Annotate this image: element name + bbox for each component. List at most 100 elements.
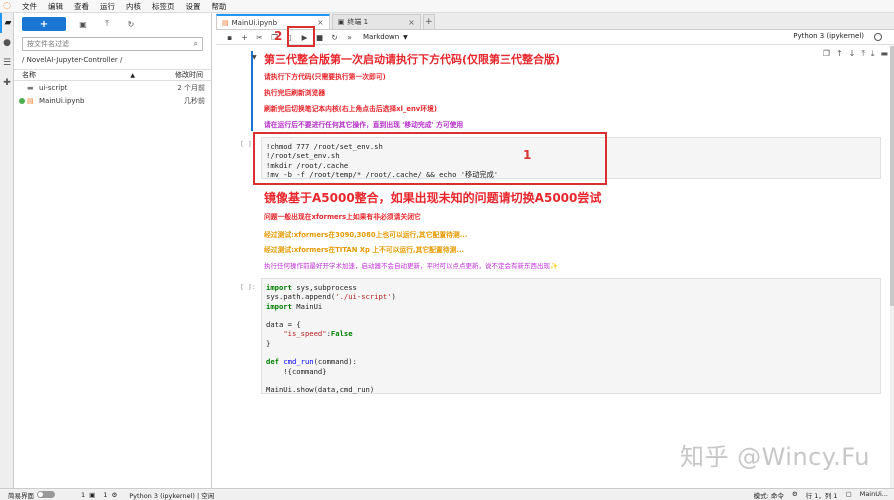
running-icon[interactable]: ●: [0, 33, 14, 53]
main-area: ▤ MainUi.ipynb × ▣ 终端 1 × + ▪ + ✂ ❐ ▯ ▶ …: [216, 13, 894, 488]
menu-file[interactable]: 文件: [22, 1, 37, 12]
activity-bar: ▰ ● ☰ ✚: [0, 13, 14, 500]
code-text: MainUi: [291, 301, 323, 311]
kernel-status-text[interactable]: Python 3 (ipykernel) | 空闲: [129, 490, 214, 500]
code-text: MainUi.show(data,cmd_run): [266, 385, 375, 395]
cut-icon[interactable]: ✂: [252, 31, 267, 44]
terminal-count[interactable]: 1 ▣: [81, 491, 95, 499]
collapse-caret-icon[interactable]: ▼: [252, 54, 257, 61]
code-string: './ui-script': [335, 292, 392, 302]
file-name: MainUi.ipynb: [39, 96, 85, 105]
move-up-icon[interactable]: ↑: [836, 49, 843, 59]
annotation-box-1: [253, 132, 607, 185]
toggle-switch[interactable]: [37, 491, 55, 498]
notebook-icon: ▤: [222, 18, 229, 27]
notebook-icon: ▤: [27, 96, 34, 105]
watermark: 知乎 @Wincy.Fu: [679, 443, 870, 471]
duplicate-icon[interactable]: ❐: [823, 49, 830, 59]
insert-below-icon[interactable]: ⤓: [871, 49, 875, 59]
code-text: data = {: [266, 320, 301, 330]
code-keyword: import: [266, 283, 292, 292]
kernel-name[interactable]: Python 3 (ipykernel): [793, 32, 864, 40]
menu-bar: ◌ 文件 编辑 查看 运行 内核 标签页 设置 帮助: [0, 0, 894, 13]
kernel-count[interactable]: 1 ⚙: [103, 491, 117, 499]
md-line: 经过测试:xformers在TITAN Xp 上不可以运行,其它配置待测...: [264, 246, 465, 254]
cell-type-select[interactable]: Markdown ▼: [363, 33, 408, 41]
status-bar: 简易界面 1 ▣ 1 ⚙ Python 3 (ipykernel) | 空闲 模…: [0, 488, 894, 500]
cursor-position[interactable]: 行 1，列 1: [806, 490, 838, 500]
simple-mode-toggle[interactable]: 简易界面: [8, 490, 55, 500]
code-text: sys,subprocess: [291, 283, 357, 292]
code-text: (command):: [313, 357, 357, 367]
file-filter: ⌕: [22, 37, 203, 51]
column-name[interactable]: 名称: [22, 70, 130, 80]
kernel-idle-icon: [874, 33, 882, 41]
close-icon[interactable]: ×: [408, 18, 415, 27]
terminal-small-icon: ▣: [89, 490, 96, 499]
new-folder-icon[interactable]: ▣: [76, 17, 90, 31]
code-text: sys.path.append(: [266, 292, 336, 302]
sort-caret-icon: ▲: [130, 71, 135, 79]
delete-icon[interactable]: ▬: [880, 49, 888, 59]
notebook-panel: ❐ ↑ ↓ ⤒ ⤓ ▬ ▼ 第三代整合版第一次启动请执行下方代码(仅限第三代整合…: [216, 46, 894, 488]
insert-above-icon[interactable]: ⤒: [861, 49, 865, 59]
file-list-header: 名称 ▲ 修改时间: [14, 69, 211, 81]
annotation-number-2: 2: [274, 29, 283, 43]
md-line: 刷新完后切换笔记本内核(右上角点击后选择xl_env环境): [264, 105, 437, 113]
close-icon[interactable]: ×: [317, 18, 324, 27]
folder-icon[interactable]: ▰: [0, 13, 14, 33]
file-row-ui-script[interactable]: ▬ ui-script 2 个月前: [14, 81, 211, 94]
toc-icon[interactable]: ☰: [0, 53, 14, 73]
md-line: 执行任何操作前最好开学术加速，启动器不会自动更新，平时可以点点更新，说不定会有新…: [264, 262, 559, 270]
new-launcher-button[interactable]: +: [22, 17, 66, 31]
add-tab-button[interactable]: +: [422, 14, 435, 29]
move-down-icon[interactable]: ↓: [849, 49, 856, 59]
md-line: 执行完后刷新浏览器: [264, 89, 326, 97]
scrollbar-thumb[interactable]: [890, 46, 894, 306]
column-modified[interactable]: 修改时间: [175, 70, 203, 80]
tab-terminal[interactable]: ▣ 终端 1 ×: [331, 14, 421, 29]
running-dot-icon: [19, 97, 25, 104]
extension-icon[interactable]: ✚: [0, 73, 14, 93]
menu-tabs[interactable]: 标签页: [152, 1, 175, 12]
breadcrumb[interactable]: / NovelAI-Jupyter-Controller /: [22, 56, 203, 64]
menu-kernel[interactable]: 内核: [126, 1, 141, 12]
code-keyword: def: [266, 357, 279, 367]
cell-prompt: [ ]:: [240, 283, 256, 291]
tab-label: 终端 1: [347, 18, 369, 26]
code-text: ): [391, 292, 396, 302]
tab-label: MainUi.ipynb: [231, 18, 278, 27]
restart-icon[interactable]: ↻: [327, 31, 342, 44]
refresh-icon[interactable]: ↻: [124, 17, 138, 31]
menu-run[interactable]: 运行: [100, 1, 115, 12]
menu-edit[interactable]: 编辑: [48, 1, 63, 12]
save-icon[interactable]: ▪: [222, 31, 237, 44]
menu-settings[interactable]: 设置: [186, 1, 201, 12]
status-filename: MainUi...: [859, 489, 888, 498]
heading-1: 第三代整合版第一次启动请执行下方代码(仅限第三代整合版): [264, 53, 561, 66]
menu-view[interactable]: 查看: [74, 1, 89, 12]
gear-icon: ⚙: [111, 490, 118, 499]
search-icon: ⌕: [193, 39, 198, 48]
gear-icon[interactable]: ⚙: [792, 490, 798, 500]
code-cell-2[interactable]: import sys,subprocess sys.path.append('.…: [261, 278, 881, 394]
fast-forward-icon[interactable]: »: [342, 31, 357, 44]
scrollbar[interactable]: [890, 46, 894, 488]
file-filter-input[interactable]: [27, 40, 177, 48]
upload-icon[interactable]: ⤒: [100, 17, 114, 31]
mode-indicator: 模式: 命令: [753, 491, 784, 500]
file-row-mainui[interactable]: ▤ MainUi.ipynb 几秒前: [14, 94, 211, 107]
folder-icon: ▬: [27, 83, 34, 92]
code-text: }: [266, 338, 271, 348]
cell-toolbar: ❐ ↑ ↓ ⤒ ⤓ ▬: [823, 49, 888, 59]
terminal-icon: ▣: [337, 18, 345, 26]
code-keyword: False: [330, 329, 353, 339]
code-text: !{command}: [266, 366, 327, 376]
insert-cell-icon[interactable]: +: [237, 31, 252, 44]
annotation-box-2: [287, 26, 315, 47]
menu-help[interactable]: 帮助: [212, 1, 227, 12]
count-value: 1: [81, 490, 86, 499]
chevron-down-icon: ▼: [403, 33, 408, 41]
notification-icon[interactable]: ▢: [846, 490, 852, 500]
status-dot: [19, 85, 25, 91]
